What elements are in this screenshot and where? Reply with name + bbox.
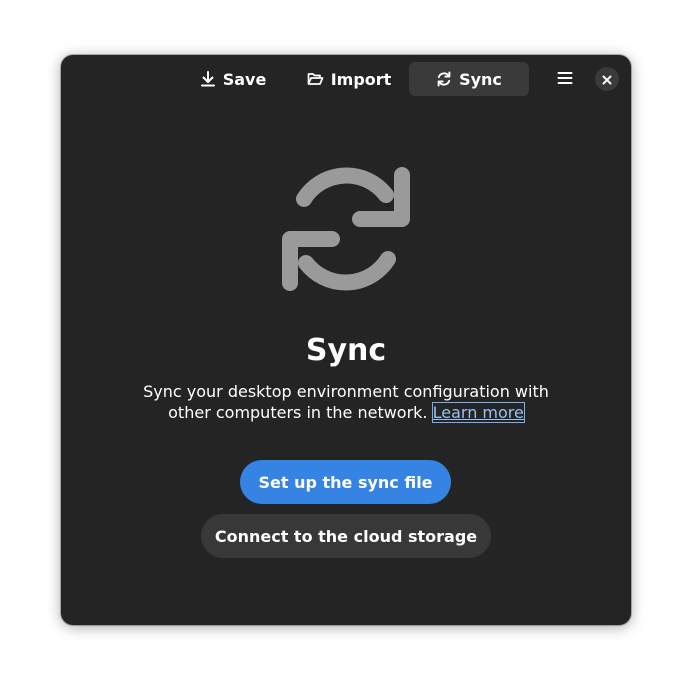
learn-more-link[interactable]: Learn more: [431, 402, 525, 423]
main-menu-button[interactable]: [548, 62, 582, 96]
hamburger-menu-icon: [557, 70, 573, 89]
page-title: Sync: [305, 333, 387, 368]
sync-icon: [282, 165, 410, 293]
status-page: Sync Sync your desktop environment confi…: [61, 165, 631, 423]
sync-icon: [436, 71, 452, 87]
connect-cloud-storage-button[interactable]: Connect to the cloud storage: [201, 514, 491, 558]
tab-save-label: Save: [222, 69, 267, 89]
tab-import-label: Import: [330, 69, 392, 89]
tab-sync-label: Sync: [459, 69, 502, 89]
close-icon: [602, 70, 612, 89]
tab-save[interactable]: Save: [181, 62, 285, 96]
tab-import[interactable]: Import: [289, 62, 409, 96]
setup-sync-file-button[interactable]: Set up the sync file: [240, 460, 451, 504]
status-description: Sync your desktop environment configurat…: [136, 381, 556, 423]
app-window: Save Import Sync Sync Sync your desktop …: [61, 55, 631, 625]
tab-sync[interactable]: Sync: [409, 62, 529, 96]
close-button[interactable]: [595, 67, 619, 91]
folder-open-icon: [307, 71, 324, 87]
download-icon: [200, 71, 216, 87]
header-bar: Save Import Sync: [61, 55, 631, 102]
